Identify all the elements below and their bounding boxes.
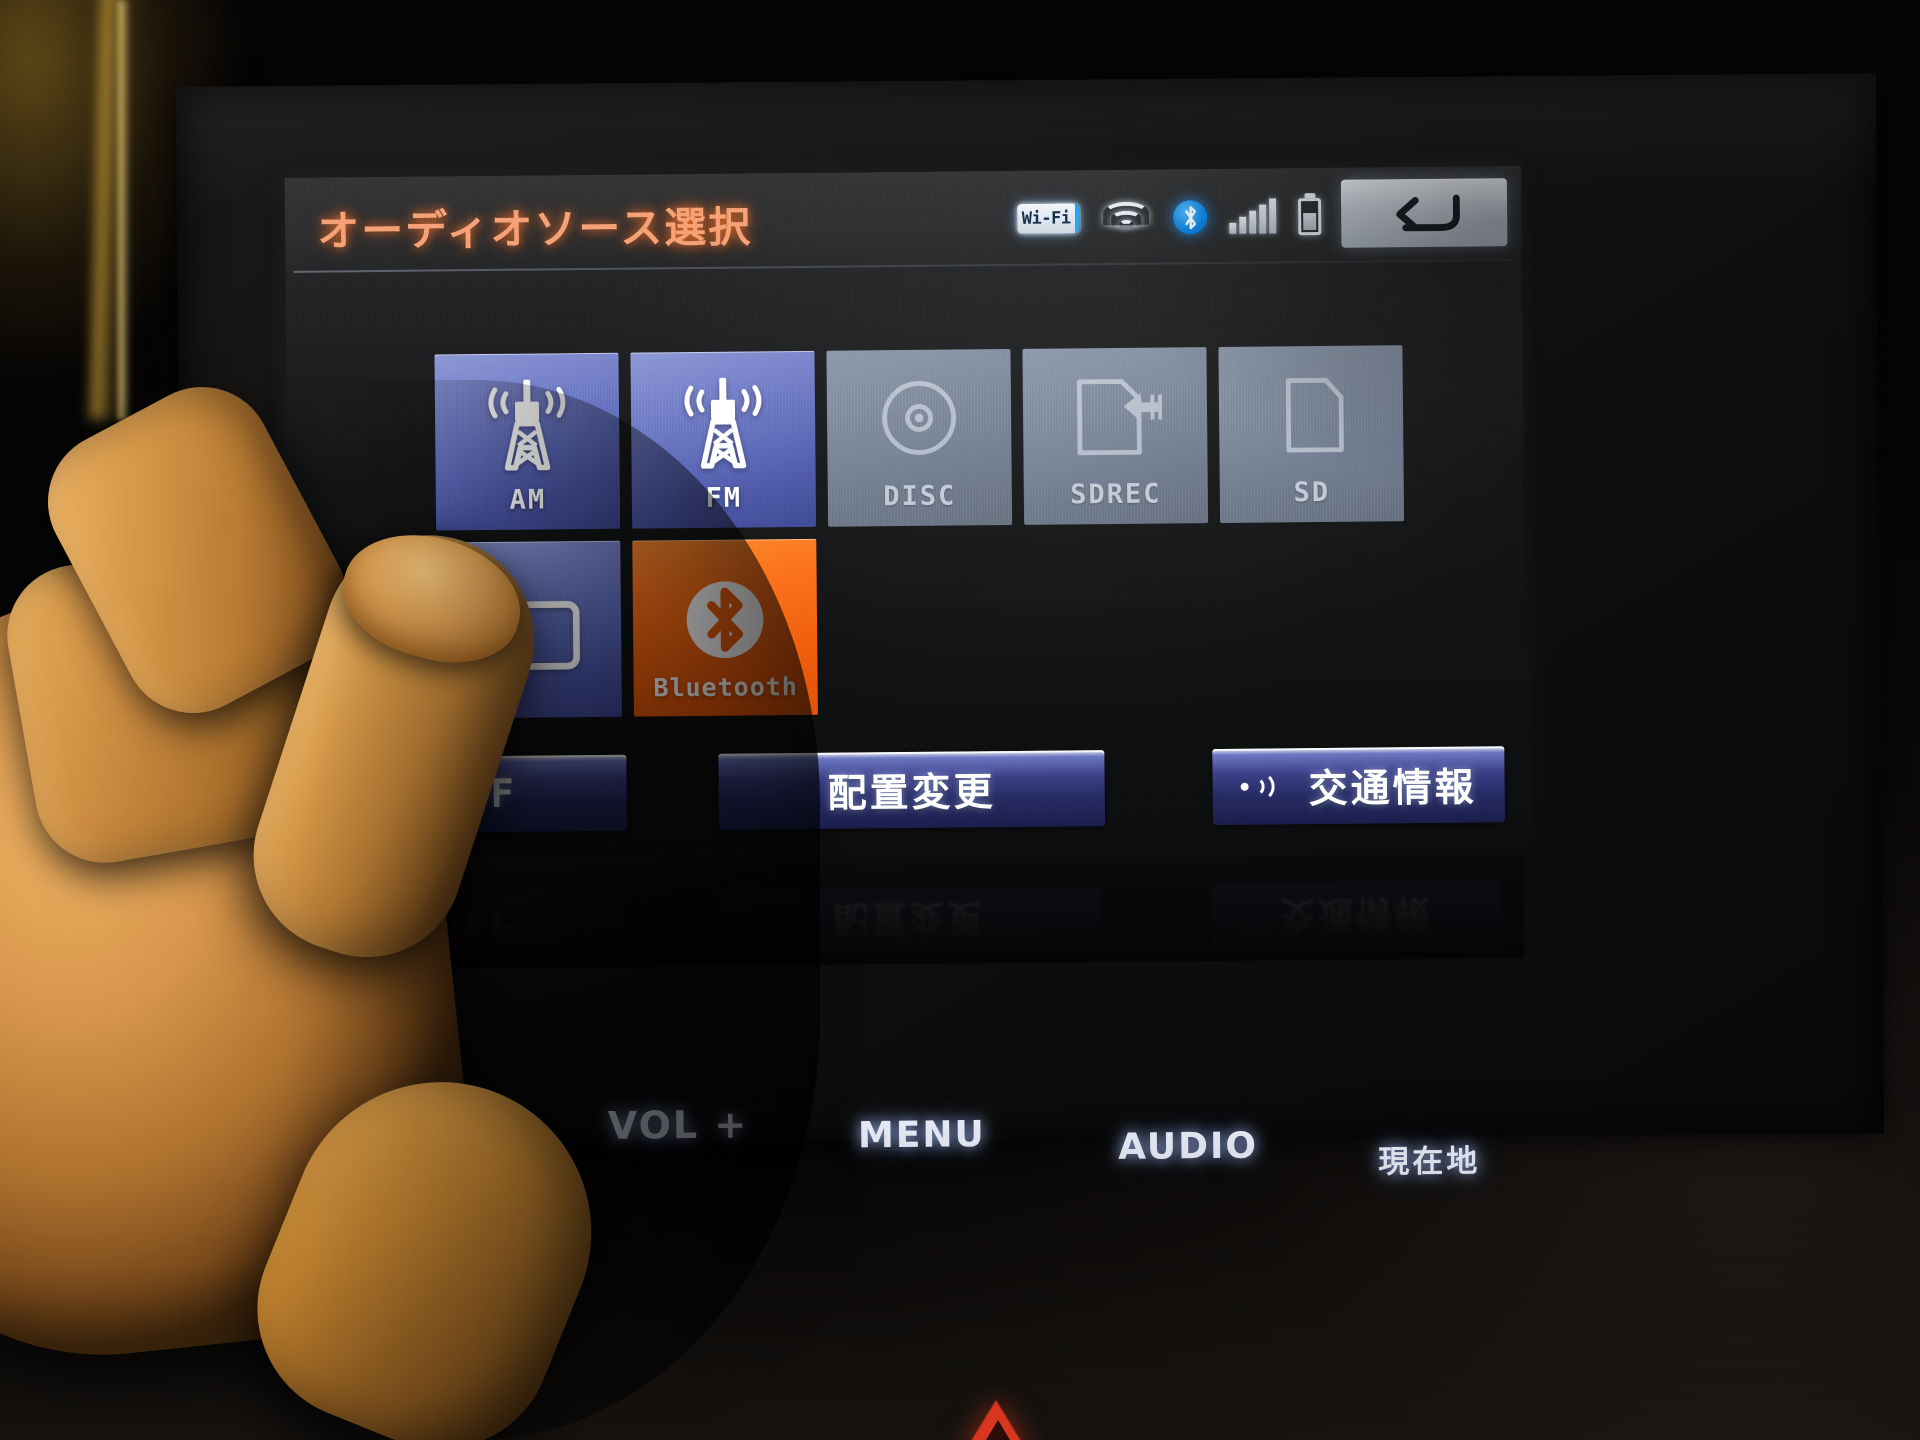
- radio-tower-icon: [669, 371, 778, 472]
- wifi-badge-icon: Wi-Fi: [1017, 203, 1080, 234]
- status-bar: Wi-Fi: [1017, 188, 1322, 247]
- source-row-2: Bluetooth: [436, 533, 1406, 719]
- source-row-1: AM FM DISC SDREC SD: [434, 345, 1405, 531]
- traffic-info-label: 交通情報: [1308, 765, 1477, 813]
- disc-icon: [865, 369, 974, 470]
- battery-icon: [1298, 197, 1322, 235]
- source-tile-label: DISC: [883, 480, 957, 513]
- traffic-info-button[interactable]: 交通情報: [1212, 746, 1506, 826]
- layout-change-button[interactable]: 配置変更: [718, 750, 1106, 830]
- cellular-signal-icon: [1229, 198, 1277, 234]
- screen-action-bar: OFF 配置変更 交通情報: [326, 746, 1506, 835]
- wifi-signal-icon: [1101, 200, 1151, 236]
- external-device-icon: [475, 585, 584, 686]
- back-button[interactable]: [1340, 178, 1508, 248]
- bluetooth-icon: [1173, 200, 1208, 235]
- source-tile-sdrec[interactable]: SDREC: [1022, 347, 1209, 525]
- photo-scene: オーディオソース選択 Wi-Fi AM FM DISC SDREC SD Blu…: [0, 0, 1920, 1440]
- source-tile-label: SDREC: [1070, 478, 1162, 511]
- source-tile-label: [438, 703, 622, 705]
- source-tile-label: SD: [1293, 476, 1331, 509]
- source-tile-grid: AM FM DISC SDREC SD Bluetooth: [434, 345, 1406, 730]
- page-title: オーディオソース選択: [317, 202, 753, 256]
- source-tile-label: AM: [509, 484, 547, 516]
- source-tile-external-device[interactable]: [436, 540, 622, 719]
- dashboard-trim-highlight: [118, 0, 130, 420]
- audio-off-button[interactable]: OFF: [326, 754, 628, 834]
- layout-change-label: 配置変更: [827, 770, 996, 817]
- source-tile-am[interactable]: AM: [434, 352, 621, 531]
- lower-dash-sheen: [0, 1110, 1920, 1440]
- hazard-triangle-inner: [980, 1420, 1016, 1440]
- lcd-screen: オーディオソース選択 Wi-Fi AM FM DISC SDREC SD Blu…: [284, 166, 1528, 858]
- source-tile-bluetooth[interactable]: Bluetooth: [632, 538, 818, 717]
- sd-card-icon: [1257, 366, 1366, 467]
- source-tile-fm[interactable]: FM: [630, 350, 817, 529]
- source-tile-label: Bluetooth: [653, 672, 799, 703]
- traffic-broadcast-icon: [1240, 767, 1294, 806]
- source-tile-label: FM: [705, 482, 743, 514]
- audio-off-label: OFF: [435, 771, 519, 818]
- sd-record-icon: [1061, 367, 1170, 468]
- source-tile-disc[interactable]: DISC: [826, 348, 1013, 527]
- source-tile-sd[interactable]: SD: [1218, 345, 1405, 523]
- bluetooth-icon: [671, 569, 780, 670]
- radio-tower-icon: [473, 373, 582, 474]
